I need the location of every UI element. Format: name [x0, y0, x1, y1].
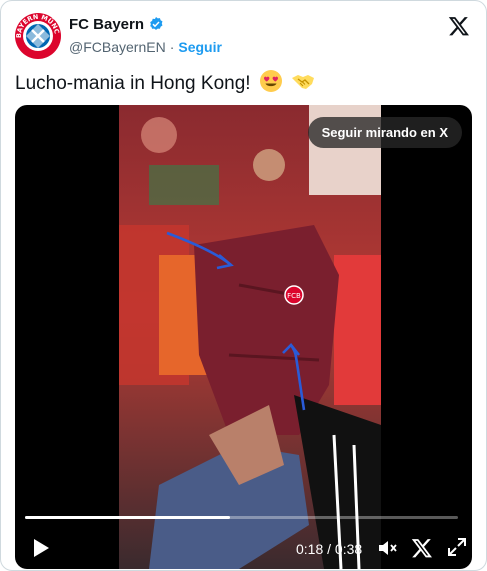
x-logo-icon[interactable] — [411, 537, 433, 559]
current-time: 0:18 — [296, 541, 324, 557]
tweet-card: FC BAYERN MÜNCHEN FC Bayern @FCBayernEN … — [0, 0, 487, 571]
verified-badge-icon — [150, 17, 163, 30]
handle[interactable]: @FCBayernEN — [69, 39, 166, 55]
tweet-text: Lucho-mania in Hong Kong! — [15, 69, 472, 97]
progress-bar[interactable] — [25, 516, 458, 519]
name-row: FC Bayern — [69, 13, 222, 35]
heart-eyes-emoji-icon — [259, 70, 282, 92]
progress-bar-fill — [25, 516, 231, 519]
play-icon[interactable] — [31, 537, 51, 559]
handle-row: @FCBayernEN · Seguir — [69, 37, 222, 57]
shirt-crest-text: FCB — [287, 292, 301, 300]
volume-icon[interactable] — [377, 537, 399, 559]
x-logo-icon[interactable] — [448, 15, 470, 37]
time-separator: / — [323, 541, 335, 557]
tweet-header: FC BAYERN MÜNCHEN FC Bayern @FCBayernEN … — [15, 13, 472, 59]
author-names: FC Bayern @FCBayernEN · Seguir — [69, 13, 222, 57]
video-controls: 0:18 / 0:38 — [15, 533, 472, 563]
avatar[interactable]: FC BAYERN MÜNCHEN — [15, 13, 61, 59]
fullscreen-icon[interactable] — [447, 537, 467, 557]
video-player[interactable]: FCB Seguir mirando en X 0:18 / 0:38 — [15, 105, 472, 569]
follow-button[interactable]: Seguir — [178, 39, 222, 55]
video-frame-image: FCB — [119, 105, 381, 569]
handshake-emoji-icon — [292, 75, 315, 89]
display-name[interactable]: FC Bayern — [69, 16, 144, 33]
duration: 0:38 — [334, 541, 363, 557]
tweet-body: Lucho-mania in Hong Kong! — [15, 73, 251, 94]
time-readout: 0:18 / 0:38 — [296, 541, 362, 557]
fc-bayern-crest-icon: FC BAYERN MÜNCHEN — [15, 13, 61, 58]
separator-dot: · — [169, 39, 175, 55]
keep-watching-button[interactable]: Seguir mirando en X — [307, 117, 462, 148]
